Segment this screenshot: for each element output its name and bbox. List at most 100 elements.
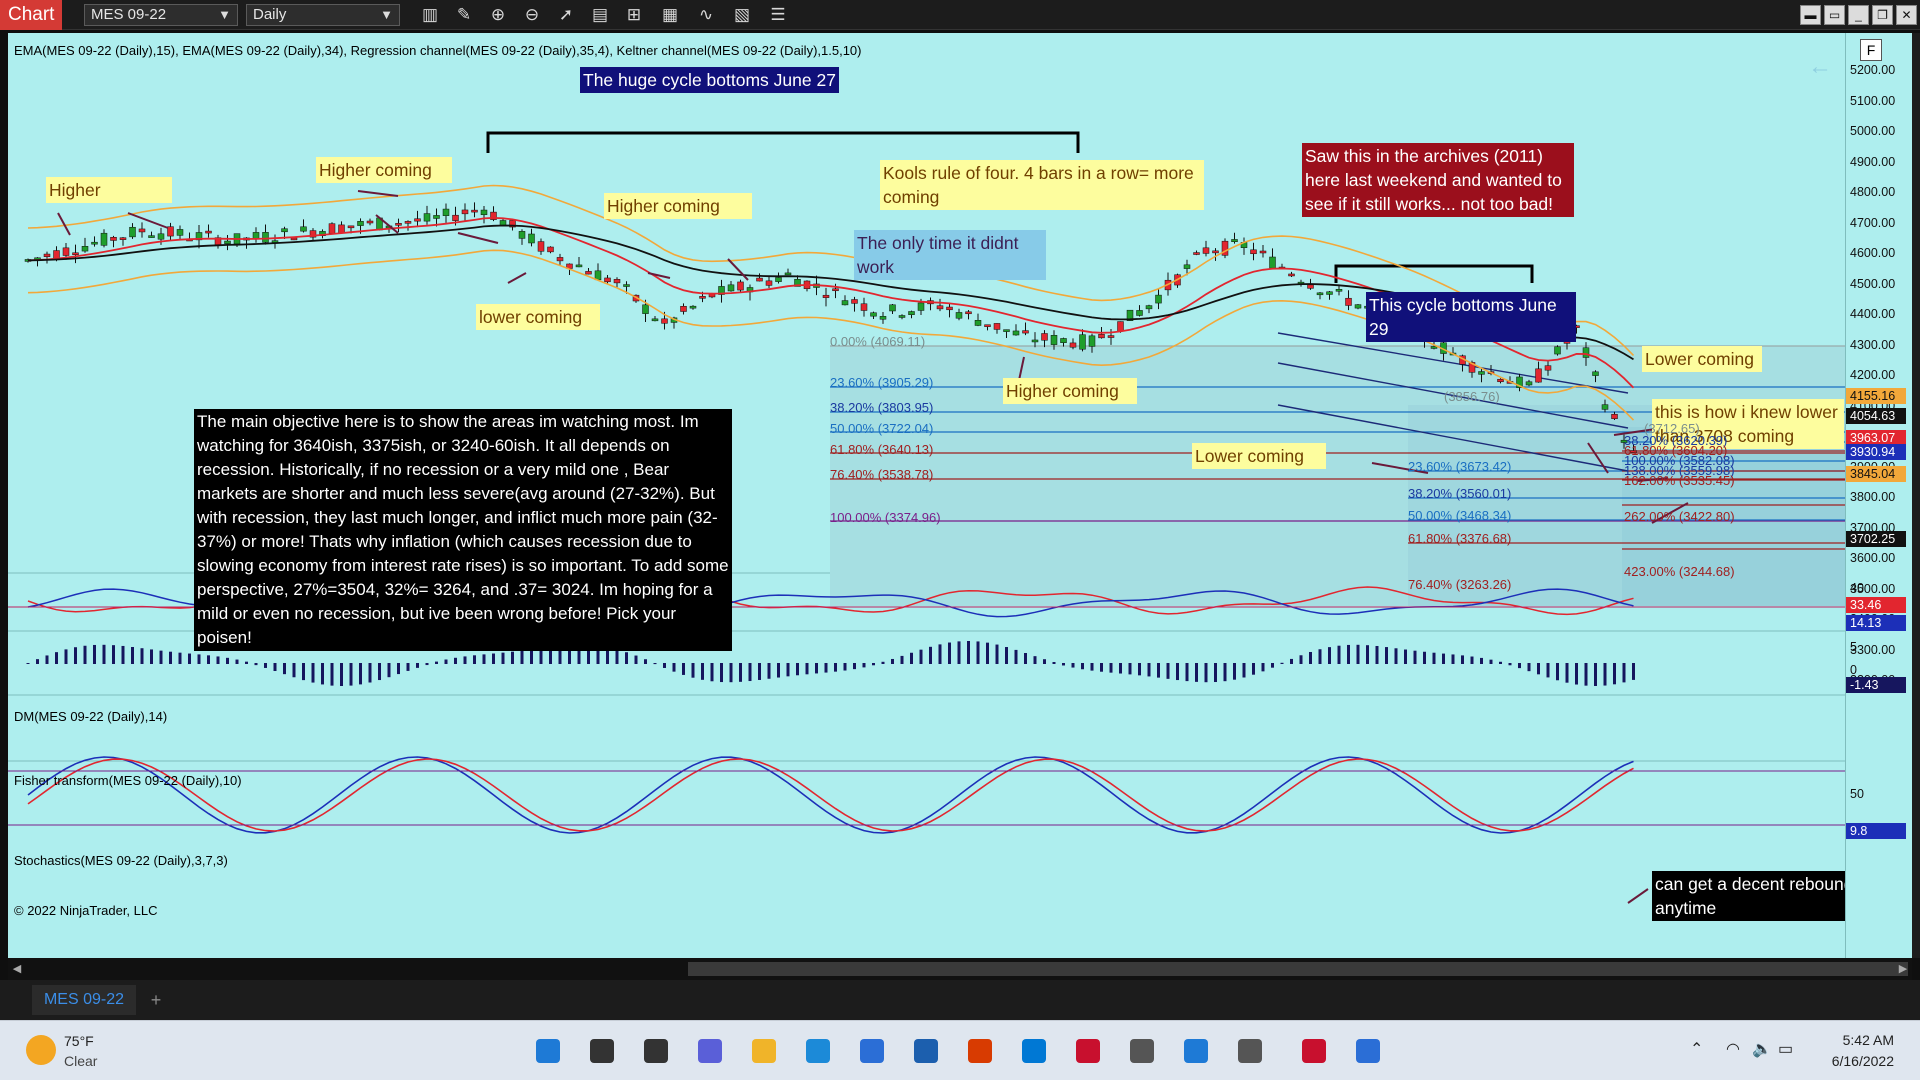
note-rebound: can get a decent rebound anytime — [1652, 871, 1845, 921]
price-axis[interactable]: F 5200.00 5100.00 5000.00 4900.00 4800.00 470… — [1845, 33, 1912, 958]
indicators-icon[interactable]: ∿ — [694, 3, 718, 27]
search-icon[interactable] — [584, 1033, 620, 1069]
candle-body — [43, 253, 51, 257]
back-arrow-icon[interactable]: ← — [1808, 53, 1832, 81]
weather-temperature[interactable]: 75°F — [64, 1033, 94, 1049]
candle-body — [537, 241, 545, 252]
wifi-icon[interactable]: ◠ — [1726, 1039, 1740, 1059]
fisher-bar — [1318, 649, 1322, 664]
price-chart[interactable]: EMA(MES 09-22 (Daily),15), EMA(MES 09-22… — [8, 33, 1845, 958]
snipping-tool-icon[interactable] — [1350, 1033, 1386, 1069]
price-tick-label: 4500.00 — [1850, 276, 1896, 291]
bar-type-icon[interactable]: ▥ — [418, 3, 442, 27]
fisher-bar — [1546, 663, 1550, 678]
interval-selector[interactable]: Daily ▼ — [246, 4, 400, 26]
pointer-icon[interactable]: ➚ — [554, 3, 578, 27]
settings-icon[interactable] — [1124, 1033, 1160, 1069]
float-window-button[interactable]: ▭ — [1824, 5, 1845, 25]
fisher-bar — [188, 653, 191, 664]
note-higher-coming-2: Higher coming — [604, 193, 752, 219]
fisher-bar — [625, 652, 628, 664]
mcafee-icon[interactable] — [1070, 1033, 1106, 1069]
strategies-icon[interactable]: ▦ — [658, 3, 682, 27]
fisher-bar — [1432, 652, 1436, 664]
clock-date[interactable]: 6/16/2022 — [1832, 1053, 1894, 1069]
calculator-icon[interactable] — [1232, 1033, 1268, 1069]
file-explorer-icon[interactable] — [746, 1033, 782, 1069]
fib-left-label: 23.60% (3905.29) — [830, 375, 934, 390]
scroll-left-icon[interactable]: ◀ — [10, 961, 24, 977]
tab-mes-09-22[interactable]: MES 09-22 — [32, 985, 136, 1015]
fisher-bar — [273, 663, 277, 672]
candle-body — [414, 218, 421, 222]
fisher-bar — [302, 663, 305, 681]
f-button[interactable]: F — [1860, 39, 1882, 61]
candle-body — [699, 296, 706, 299]
tile-window-button[interactable]: ▬ — [1800, 5, 1821, 25]
zoom-out-icon[interactable]: ⊖ — [520, 3, 544, 27]
candle-body — [1041, 333, 1048, 341]
candle-body — [1288, 273, 1295, 277]
fisher-bar — [796, 663, 799, 676]
chevron-up-icon[interactable]: ⌃ — [1690, 1039, 1703, 1059]
properties-icon[interactable]: ▤ — [588, 3, 612, 27]
candle-body — [480, 209, 488, 216]
price-badge: 4155.16 — [1846, 388, 1906, 404]
draw-icon[interactable]: ✎ — [452, 3, 476, 27]
clock-time[interactable]: 5:42 AM — [1843, 1032, 1894, 1048]
task-view-icon[interactable] — [638, 1033, 674, 1069]
weather-condition[interactable]: Clear — [64, 1053, 97, 1069]
app-l-icon[interactable] — [1178, 1033, 1214, 1069]
note-higher: Higher — [46, 177, 172, 203]
zoom-in-icon[interactable]: ⊕ — [486, 3, 510, 27]
price-tick-label: 4200.00 — [1850, 368, 1896, 382]
fisher-bar — [511, 651, 514, 664]
menu-icon[interactable]: ☰ — [766, 3, 790, 27]
annotation-arrow — [357, 190, 399, 197]
fisher-bar — [1632, 663, 1635, 680]
fisher-bar — [159, 650, 163, 664]
candle-body — [832, 288, 839, 292]
fisher-bar — [150, 649, 153, 664]
annotation-arrow — [57, 212, 71, 236]
annotation-arrow — [1627, 888, 1649, 904]
templates-icon[interactable]: ⊞ — [622, 3, 646, 27]
horizontal-scrollbar[interactable]: ◀ ▶ — [8, 958, 1912, 980]
candle-body — [974, 320, 982, 326]
fisher-bar — [378, 663, 381, 681]
teams-icon[interactable] — [692, 1033, 728, 1069]
candle-body — [461, 209, 469, 215]
outlook-icon[interactable] — [1016, 1033, 1052, 1069]
instrument-selector[interactable]: MES 09-22 ▼ — [84, 4, 238, 26]
store-icon[interactable] — [854, 1033, 890, 1069]
fib-right-label: 262.00% (3422.80) — [1624, 509, 1735, 524]
weather-moon-icon[interactable] — [26, 1035, 56, 1065]
office-icon[interactable] — [962, 1033, 998, 1069]
scroll-right-icon[interactable]: ▶ — [1896, 961, 1910, 977]
fisher-bar — [45, 655, 49, 664]
fisher-bar — [169, 651, 172, 664]
add-tab-button[interactable]: + — [144, 988, 168, 1012]
fisher-bar — [729, 663, 733, 683]
data-box-icon[interactable]: ▧ — [730, 3, 754, 27]
edge-icon[interactable] — [800, 1033, 836, 1069]
fisher-bar — [473, 655, 476, 664]
candle-body — [613, 279, 621, 284]
fisher-bar — [463, 656, 467, 664]
scroll-thumb[interactable] — [688, 962, 1908, 976]
fisher-bar — [482, 654, 486, 664]
mail-icon[interactable] — [908, 1033, 944, 1069]
restore-button[interactable]: ❐ — [1872, 5, 1893, 25]
candle-body — [357, 221, 364, 226]
fisher-bar — [492, 653, 495, 664]
fib-left-label: 61.80% (3640.13) — [830, 442, 934, 457]
candle-body — [1345, 297, 1352, 306]
fisher-bar — [207, 655, 210, 664]
close-button[interactable]: ✕ — [1896, 5, 1917, 25]
battery-icon[interactable]: ▭ — [1778, 1039, 1793, 1059]
start-icon[interactable] — [530, 1033, 566, 1069]
candle-body — [604, 277, 611, 283]
minimize-button[interactable]: _ — [1848, 5, 1869, 25]
volume-icon[interactable]: 🔈 — [1752, 1039, 1772, 1059]
ninjatrader-icon[interactable] — [1296, 1033, 1332, 1069]
